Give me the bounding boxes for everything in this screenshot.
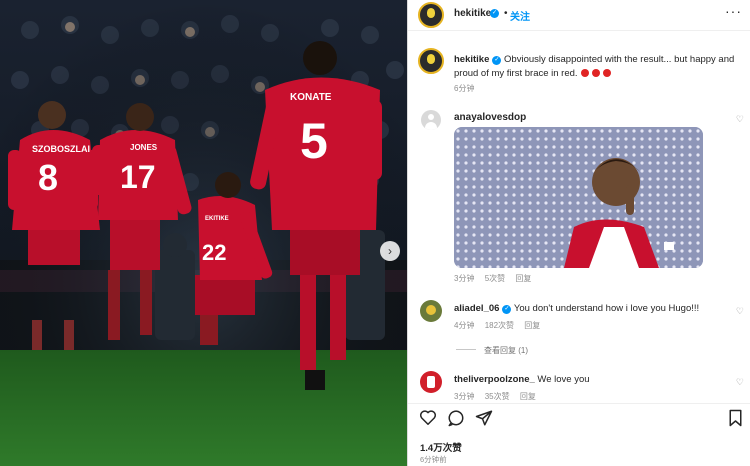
like-comment-icon[interactable]: ♡ <box>736 114 744 125</box>
verified-icon: ✓ <box>492 56 502 65</box>
comment-icon[interactable] <box>447 409 465 427</box>
avatar[interactable] <box>420 300 442 322</box>
caption-meta: 6分钟 <box>454 83 482 94</box>
red-circle-emoji <box>580 69 589 77</box>
player-number: 5 <box>300 113 328 169</box>
divider <box>408 403 750 404</box>
post-username[interactable]: hekitike <box>454 8 491 19</box>
default-avatar-icon[interactable] <box>421 110 441 130</box>
player-name: KONATE <box>290 92 332 103</box>
comment-time: 4分钟 <box>454 321 475 330</box>
caption-time: 6分钟 <box>454 84 475 93</box>
view-replies-label: 查看回复 (1) <box>484 346 528 355</box>
comment-likes[interactable]: 5次赞 <box>485 274 505 283</box>
comment: aliadel_06 ✓ You don't understand how i l… <box>454 303 744 314</box>
player-name: EKITIKE <box>205 216 229 222</box>
comment-meta: 3分钟 5次赞 回复 <box>454 273 539 284</box>
avatar[interactable] <box>420 371 442 393</box>
separator-dot: • <box>504 8 508 19</box>
like-comment-icon[interactable]: ♡ <box>736 377 744 388</box>
comment-username[interactable]: theliverpoolzone_ <box>454 374 535 385</box>
caption-avatar[interactable] <box>418 48 444 74</box>
comment-gif[interactable] <box>454 127 703 268</box>
verified-icon: ✓ <box>502 305 512 314</box>
comment-time: 3分钟 <box>454 274 475 283</box>
view-replies-button[interactable]: 查看回复 (1) <box>456 345 536 356</box>
like-count[interactable]: 1.4万次赞 <box>420 440 462 454</box>
comment-text: We love you <box>537 374 590 385</box>
follow-button[interactable]: 关注 <box>510 8 530 23</box>
red-circle-emoji <box>602 69 611 77</box>
chevron-right-icon: › <box>388 244 392 258</box>
player-number: 22 <box>202 240 226 265</box>
comment-username[interactable]: aliadel_06 <box>454 303 499 314</box>
more-options-icon[interactable]: ··· <box>725 3 742 19</box>
comment-meta: 3分钟 35次赞 回复 <box>454 391 544 402</box>
player-name: JONES <box>130 143 158 152</box>
player-name: SZOBOSZLAI <box>32 144 90 154</box>
player-number: 8 <box>38 157 58 198</box>
comment: theliverpoolzone_ We love you <box>454 374 590 385</box>
bookmark-icon[interactable] <box>728 409 743 427</box>
action-bar <box>408 405 750 429</box>
comment-likes[interactable]: 35次赞 <box>485 392 510 401</box>
football-celebration-photo: SZOBOSZLAI 8 JONES 17 EKITIKE 22 KONATE … <box>0 0 407 466</box>
comment-text: You don't understand how i love you Hugo… <box>513 303 700 314</box>
red-circle-emoji <box>591 69 600 77</box>
comment-meta: 4分钟 182次赞 回复 <box>454 320 548 331</box>
reply-button[interactable]: 回复 <box>524 321 540 330</box>
share-icon[interactable] <box>475 409 493 427</box>
reply-button[interactable]: 回复 <box>520 392 536 401</box>
like-comment-icon[interactable]: ♡ <box>736 306 744 317</box>
caption-username[interactable]: hekitike <box>454 54 489 65</box>
comment-time: 3分钟 <box>454 392 475 401</box>
player-number: 17 <box>120 159 156 195</box>
gif-image <box>454 127 703 268</box>
post-header: hekitike ✓ • 关注 ··· <box>408 0 750 31</box>
verified-icon: ✓ <box>490 9 499 18</box>
post-caption: hekitike ✓ Obviously disappointed with th… <box>454 53 744 81</box>
comment-username[interactable]: anayalovesdop <box>454 112 526 123</box>
avatar[interactable] <box>418 2 444 28</box>
like-heart-icon[interactable] <box>419 409 437 426</box>
comment-likes[interactable]: 182次赞 <box>485 321 514 330</box>
post-photo: SZOBOSZLAI 8 JONES 17 EKITIKE 22 KONATE … <box>0 0 407 466</box>
reply-button[interactable]: 回复 <box>515 274 531 283</box>
post-side-panel: hekitike ✓ • 关注 ··· hekitike ✓ Obviously … <box>407 0 750 466</box>
next-image-button[interactable]: › <box>380 241 400 261</box>
post-time: 6分钟前 <box>420 455 447 464</box>
reply-line <box>456 349 476 350</box>
